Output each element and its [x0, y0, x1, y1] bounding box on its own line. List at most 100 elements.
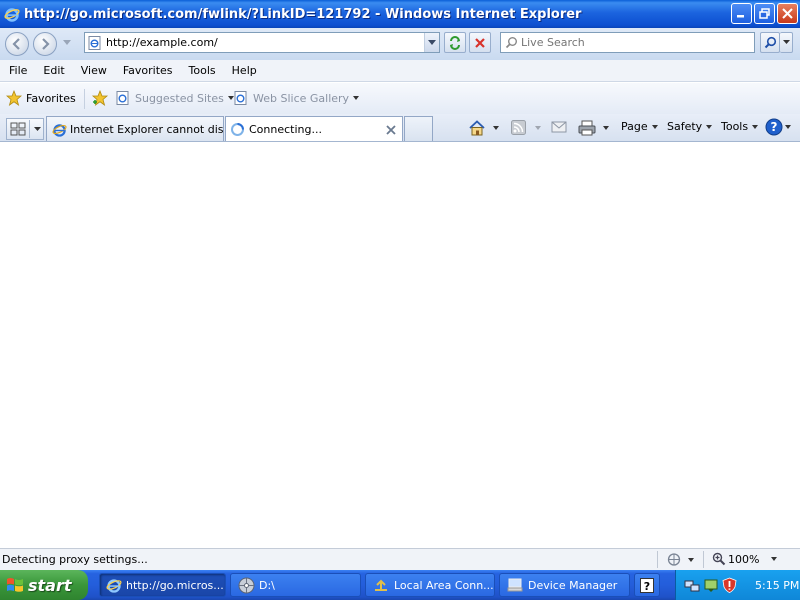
task-device-manager[interactable]: Device Manager: [499, 573, 630, 597]
favorites-label: Favorites: [26, 91, 76, 105]
menu-help[interactable]: Help: [224, 64, 265, 77]
page-content-area[interactable]: [0, 142, 800, 548]
network-status-icon[interactable]: [684, 577, 700, 593]
search-options-button[interactable]: [780, 32, 793, 53]
page-menu-button[interactable]: Page: [621, 120, 658, 133]
protected-mode-button[interactable]: [666, 552, 694, 567]
svg-text:?: ?: [644, 580, 650, 593]
chevron-down-icon[interactable]: [535, 125, 541, 130]
refresh-icon: [450, 35, 460, 50]
back-button[interactable]: [5, 32, 29, 56]
safety-menu-label: Safety: [667, 120, 703, 133]
home-button[interactable]: [468, 120, 499, 136]
chevron-down-icon: [688, 557, 694, 562]
ie-logo-icon: [4, 8, 20, 22]
search-icon: [505, 37, 517, 49]
favorites-button[interactable]: Favorites: [6, 90, 76, 106]
new-tab-button[interactable]: [404, 116, 433, 141]
window-title: http://go.microsoft.com/fwlink/?LinkID=1…: [24, 6, 582, 22]
read-mail-button[interactable]: [551, 120, 567, 134]
svg-text:?: ?: [771, 120, 778, 134]
security-shield-icon[interactable]: [722, 577, 737, 593]
tab-row: Internet Explorer cannot dis... Connecti…: [0, 114, 800, 142]
stop-button[interactable]: [469, 32, 491, 53]
ie-page-icon: [88, 35, 101, 50]
start-label: start: [28, 575, 72, 595]
tab-list-dropdown-icon[interactable]: [34, 126, 41, 132]
status-text: Detecting proxy settings...: [2, 553, 148, 566]
status-bar: Detecting proxy settings... 100%: [0, 548, 800, 570]
chevron-down-icon: [785, 125, 791, 129]
minimize-button[interactable]: [731, 3, 752, 24]
clock: 5:15 PM: [755, 578, 800, 592]
cd-drive-icon: [238, 577, 255, 593]
system-tray: 5:15 PM: [675, 570, 800, 600]
tab-label: Connecting...: [249, 122, 322, 136]
loading-icon: [231, 122, 244, 136]
start-button[interactable]: start: [0, 570, 88, 600]
computer-icon: [507, 578, 523, 592]
address-dropdown-button[interactable]: [424, 33, 439, 52]
back-arrow-icon: [12, 38, 20, 50]
windows-flag-icon: [7, 578, 23, 592]
menu-favorites[interactable]: Favorites: [115, 64, 181, 77]
chevron-down-icon: [752, 124, 759, 129]
task-internet-explorer[interactable]: http://go.micros...: [99, 573, 226, 597]
address-field[interactable]: [84, 32, 440, 53]
menu-bar: File Edit View Favorites Tools Help: [0, 60, 800, 82]
refresh-button[interactable]: [444, 32, 466, 53]
zoom-button[interactable]: 100%: [712, 552, 778, 566]
quick-tabs-button[interactable]: [6, 118, 44, 140]
task-local-area-connection[interactable]: Local Area Conn...: [365, 573, 495, 597]
security-zone-icon: [667, 553, 681, 566]
home-icon: [469, 120, 485, 136]
help-question-icon: ?: [765, 118, 783, 136]
recent-pages-dropdown-icon[interactable]: [63, 40, 71, 46]
tools-menu-button[interactable]: Tools: [721, 120, 759, 133]
web-slice-gallery-item[interactable]: Web Slice Gallery: [234, 91, 360, 105]
favorites-star-icon: [6, 90, 22, 106]
mail-icon: [551, 121, 567, 133]
title-bar[interactable]: http://go.microsoft.com/fwlink/?LinkID=1…: [0, 0, 800, 28]
forward-arrow-icon: [42, 38, 50, 50]
task-label: Device Manager: [528, 578, 618, 592]
minimize-icon: [737, 15, 744, 18]
suggested-sites-label: Suggested Sites: [135, 91, 224, 105]
chevron-down-icon: [353, 96, 360, 100]
task-d-drive[interactable]: D:\: [230, 573, 361, 597]
task-label: Local Area Conn...: [394, 578, 494, 592]
forward-button[interactable]: [33, 32, 57, 56]
ie-logo-icon: [106, 579, 122, 593]
tab-connecting[interactable]: Connecting...: [225, 116, 403, 141]
menu-tools[interactable]: Tools: [181, 64, 224, 77]
ie-logo-icon: [52, 123, 67, 137]
quick-tabs-icon: [10, 122, 26, 136]
chevron-down-icon: [651, 124, 658, 129]
help-menu-button[interactable]: ?: [765, 118, 791, 136]
close-icon: [782, 8, 793, 19]
safely-remove-hardware-icon[interactable]: [703, 577, 719, 593]
restore-button[interactable]: [754, 3, 775, 24]
menu-view[interactable]: View: [73, 64, 115, 77]
search-input[interactable]: [521, 36, 754, 49]
address-input[interactable]: [106, 36, 424, 49]
tab-ie-cannot-display[interactable]: Internet Explorer cannot dis...: [46, 116, 224, 141]
chevron-down-icon: [428, 39, 436, 45]
feeds-button[interactable]: [511, 120, 541, 135]
close-tab-icon[interactable]: [386, 125, 396, 135]
favorites-bar: Favorites Suggested Sites Web Slice Gall…: [0, 83, 800, 114]
add-to-favorites-bar-button[interactable]: [91, 90, 109, 106]
search-field[interactable]: [500, 32, 755, 53]
suggested-sites-item[interactable]: Suggested Sites: [116, 91, 234, 105]
stop-x-icon: [475, 37, 485, 48]
search-go-button[interactable]: [760, 32, 780, 53]
menu-file[interactable]: File: [0, 64, 35, 77]
safety-menu-button[interactable]: Safety: [667, 120, 713, 133]
chevron-down-icon: [706, 124, 713, 129]
chevron-down-icon[interactable]: [603, 126, 609, 130]
chevron-down-icon[interactable]: [493, 126, 499, 130]
task-help-window[interactable]: ?: [634, 573, 660, 597]
menu-edit[interactable]: Edit: [35, 64, 72, 77]
print-button[interactable]: [578, 120, 609, 136]
close-button[interactable]: [777, 3, 798, 24]
